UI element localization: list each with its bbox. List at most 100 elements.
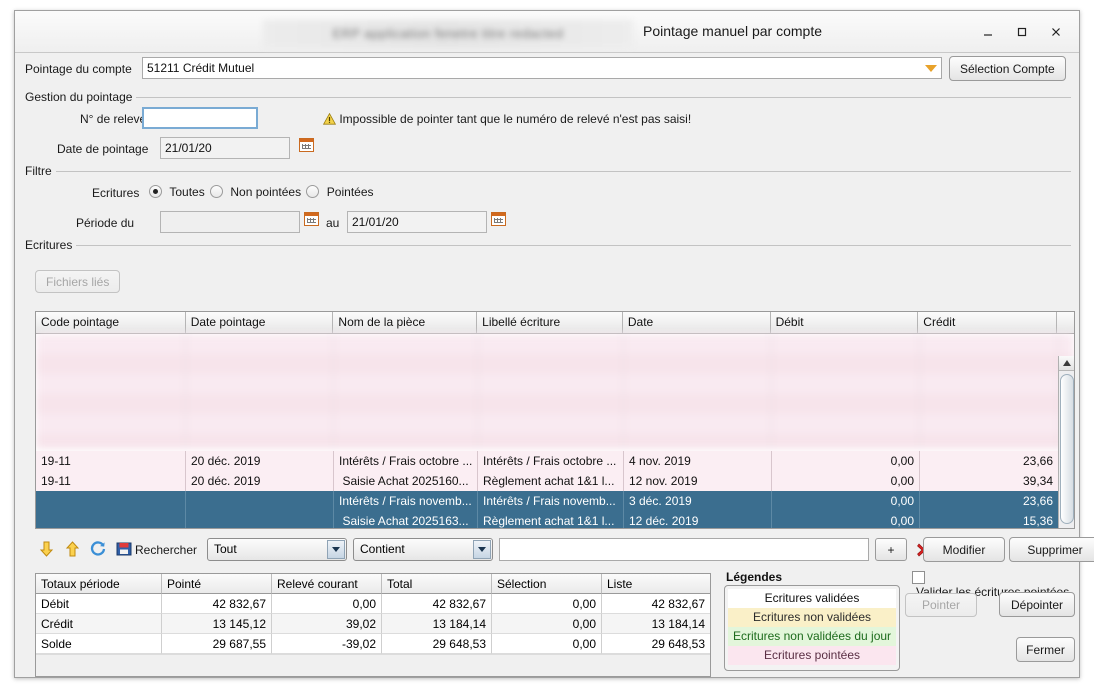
search-operator-value: Contient [360,542,405,556]
search-scope-select[interactable]: Tout [207,538,347,561]
arrow-down-icon[interactable] [35,538,57,560]
table-row[interactable]: 19-11 20 déc. 2019 Saisie Achat 2025160.… [36,471,1074,491]
column-header-libelle[interactable]: Libellé écriture [477,312,623,333]
cell-date: 3 déc. 2019 [624,491,772,511]
redacted-app-title: ERP application fenetre titre redacted [263,20,633,48]
legend-item-non-validees-du-jour: Ecritures non validées du jour [728,627,896,646]
releve-input[interactable] [142,107,258,129]
column-header-debit[interactable]: Débit [771,312,919,333]
releve-label: N° de relevé [80,112,147,126]
cell-date-pointage [186,511,334,528]
releve-warning-text: Impossible de pointer tant que le numéro… [339,112,692,126]
cell-date: 4 nov. 2019 [624,451,772,471]
cell-code-pointage: 19-11 [36,471,186,491]
periode-label: Période du [76,216,135,230]
totaux-solde-selection: 0,00 [492,634,602,654]
totaux-solde-label: Solde [36,634,162,654]
minimize-icon[interactable] [971,17,1005,47]
warning-icon [322,112,337,128]
totaux-col-selection: Sélection [492,574,602,594]
totaux-credit-releve: 39,02 [272,614,382,634]
ecritures-radio-group: Toutes Non pointées Pointées [149,185,374,199]
search-toolbar: Rechercher Tout Contient + Modifier Supp… [35,536,1094,566]
account-value: 51211 Crédit Mutuel [147,61,255,75]
column-header-spacer [1057,312,1074,333]
delete-button[interactable]: Supprimer [1009,537,1094,562]
cell-code-pointage [36,491,186,511]
radio-non-pointees-icon [210,185,224,198]
date-pointage-input[interactable]: 21/01/20 [160,137,290,159]
radio-non-pointees-label: Non pointées [230,185,302,199]
select-account-button[interactable]: Sélection Compte [949,56,1066,81]
grid-vertical-scrollbar[interactable] [1058,356,1074,528]
close-button[interactable]: Fermer [1016,637,1075,662]
periode-to-input[interactable]: 21/01/20 [347,211,487,233]
filtre-group: Filtre [25,164,1071,178]
modify-button[interactable]: Modifier [923,537,1005,562]
table-row[interactable]: Intérêts / Frais novemb... Intérêts / Fr… [36,491,1074,511]
scroll-thumb[interactable] [1060,374,1074,524]
periode-from-input[interactable] [160,211,300,233]
periode-to-calendar-icon[interactable] [491,212,506,226]
legend-title: Légendes [726,570,783,584]
radio-pointees-icon [306,185,320,198]
totaux-col-liste: Liste [602,574,710,594]
fichiers-lies-button[interactable]: Fichiers liés [35,270,121,293]
totaux-col-label: Totaux période [36,574,162,594]
account-combo[interactable]: 51211 Crédit Mutuel [142,57,942,79]
column-header-credit[interactable]: Crédit [918,312,1058,333]
totaux-credit-total: 13 184,14 [382,614,492,634]
search-input[interactable] [499,538,869,561]
window-title: Pointage manuel par compte [643,23,822,39]
maximize-icon[interactable] [1005,17,1039,47]
legend-box: Ecritures validées Ecritures non validée… [724,585,900,671]
refresh-icon[interactable] [87,538,109,560]
totaux-solde-releve: -39,02 [272,634,382,654]
title-bar: ERP application fenetre titre redacted P… [15,11,1079,53]
search-scope-value: Tout [214,542,237,556]
arrow-up-icon[interactable] [61,538,83,560]
ecritures-group-title: Ecritures [25,238,77,252]
search-add-button[interactable]: + [875,538,907,561]
radio-pointees[interactable]: Pointées [306,185,374,199]
account-label: Pointage du compte [25,62,132,76]
totaux-row-debit: Débit 42 832,67 0,00 42 832,67 0,00 42 8… [36,594,710,614]
totaux-debit-pointe: 42 832,67 [162,594,272,614]
cell-debit: 0,00 [772,511,920,528]
table-row[interactable]: 19-11 20 déc. 2019 Intérêts / Frais octo… [36,451,1074,471]
depointer-button[interactable]: Dépointer [999,592,1075,617]
column-header-nom-piece[interactable]: Nom de la pièce [333,312,478,333]
totaux-credit-liste: 13 184,14 [602,614,710,634]
cell-nom-piece: Saisie Achat 2025163... [334,511,478,528]
radio-toutes[interactable]: Toutes [149,185,208,199]
ecritures-filter-label: Ecritures [92,186,140,200]
checkbox-icon[interactable] [912,571,925,584]
releve-warning: Impossible de pointer tant que le numéro… [322,112,692,128]
date-pointage-calendar-icon[interactable] [299,138,314,152]
column-header-date-pointage[interactable]: Date pointage [186,312,334,333]
cell-libelle: Intérêts / Frais octobre ... [478,451,624,471]
radio-non-pointees[interactable]: Non pointées [210,185,304,199]
pointage-window: ERP application fenetre titre redacted P… [14,10,1094,678]
column-header-code-pointage[interactable]: Code pointage [36,312,186,333]
totaux-header-row: Totaux période Pointé Relevé courant Tot… [36,574,710,594]
scroll-up-button[interactable] [1059,356,1074,371]
save-icon[interactable] [113,538,135,560]
cell-debit: 0,00 [772,451,920,471]
totaux-col-releve: Relevé courant [272,574,382,594]
pointer-button[interactable]: Pointer [905,593,977,617]
chevron-down-icon [327,540,345,559]
periode-from-calendar-icon[interactable] [304,212,319,226]
column-header-date[interactable]: Date [623,312,771,333]
cell-nom-piece: Intérêts / Frais novemb... [334,491,478,511]
ecritures-group: Ecritures [25,238,1071,252]
cell-date-pointage: 20 déc. 2019 [186,451,334,471]
close-icon[interactable] [1039,17,1073,47]
ecritures-grid: Code pointage Date pointage Nom de la pi… [35,311,1075,529]
gestion-group-title: Gestion du pointage [25,90,137,104]
table-row[interactable]: Saisie Achat 2025163... Règlement achat … [36,511,1074,528]
date-pointage-label: Date de pointage [57,142,149,156]
search-operator-select[interactable]: Contient [353,538,493,561]
cell-date-pointage: 20 déc. 2019 [186,471,334,491]
totaux-row-credit: Crédit 13 145,12 39,02 13 184,14 0,00 13… [36,614,710,634]
